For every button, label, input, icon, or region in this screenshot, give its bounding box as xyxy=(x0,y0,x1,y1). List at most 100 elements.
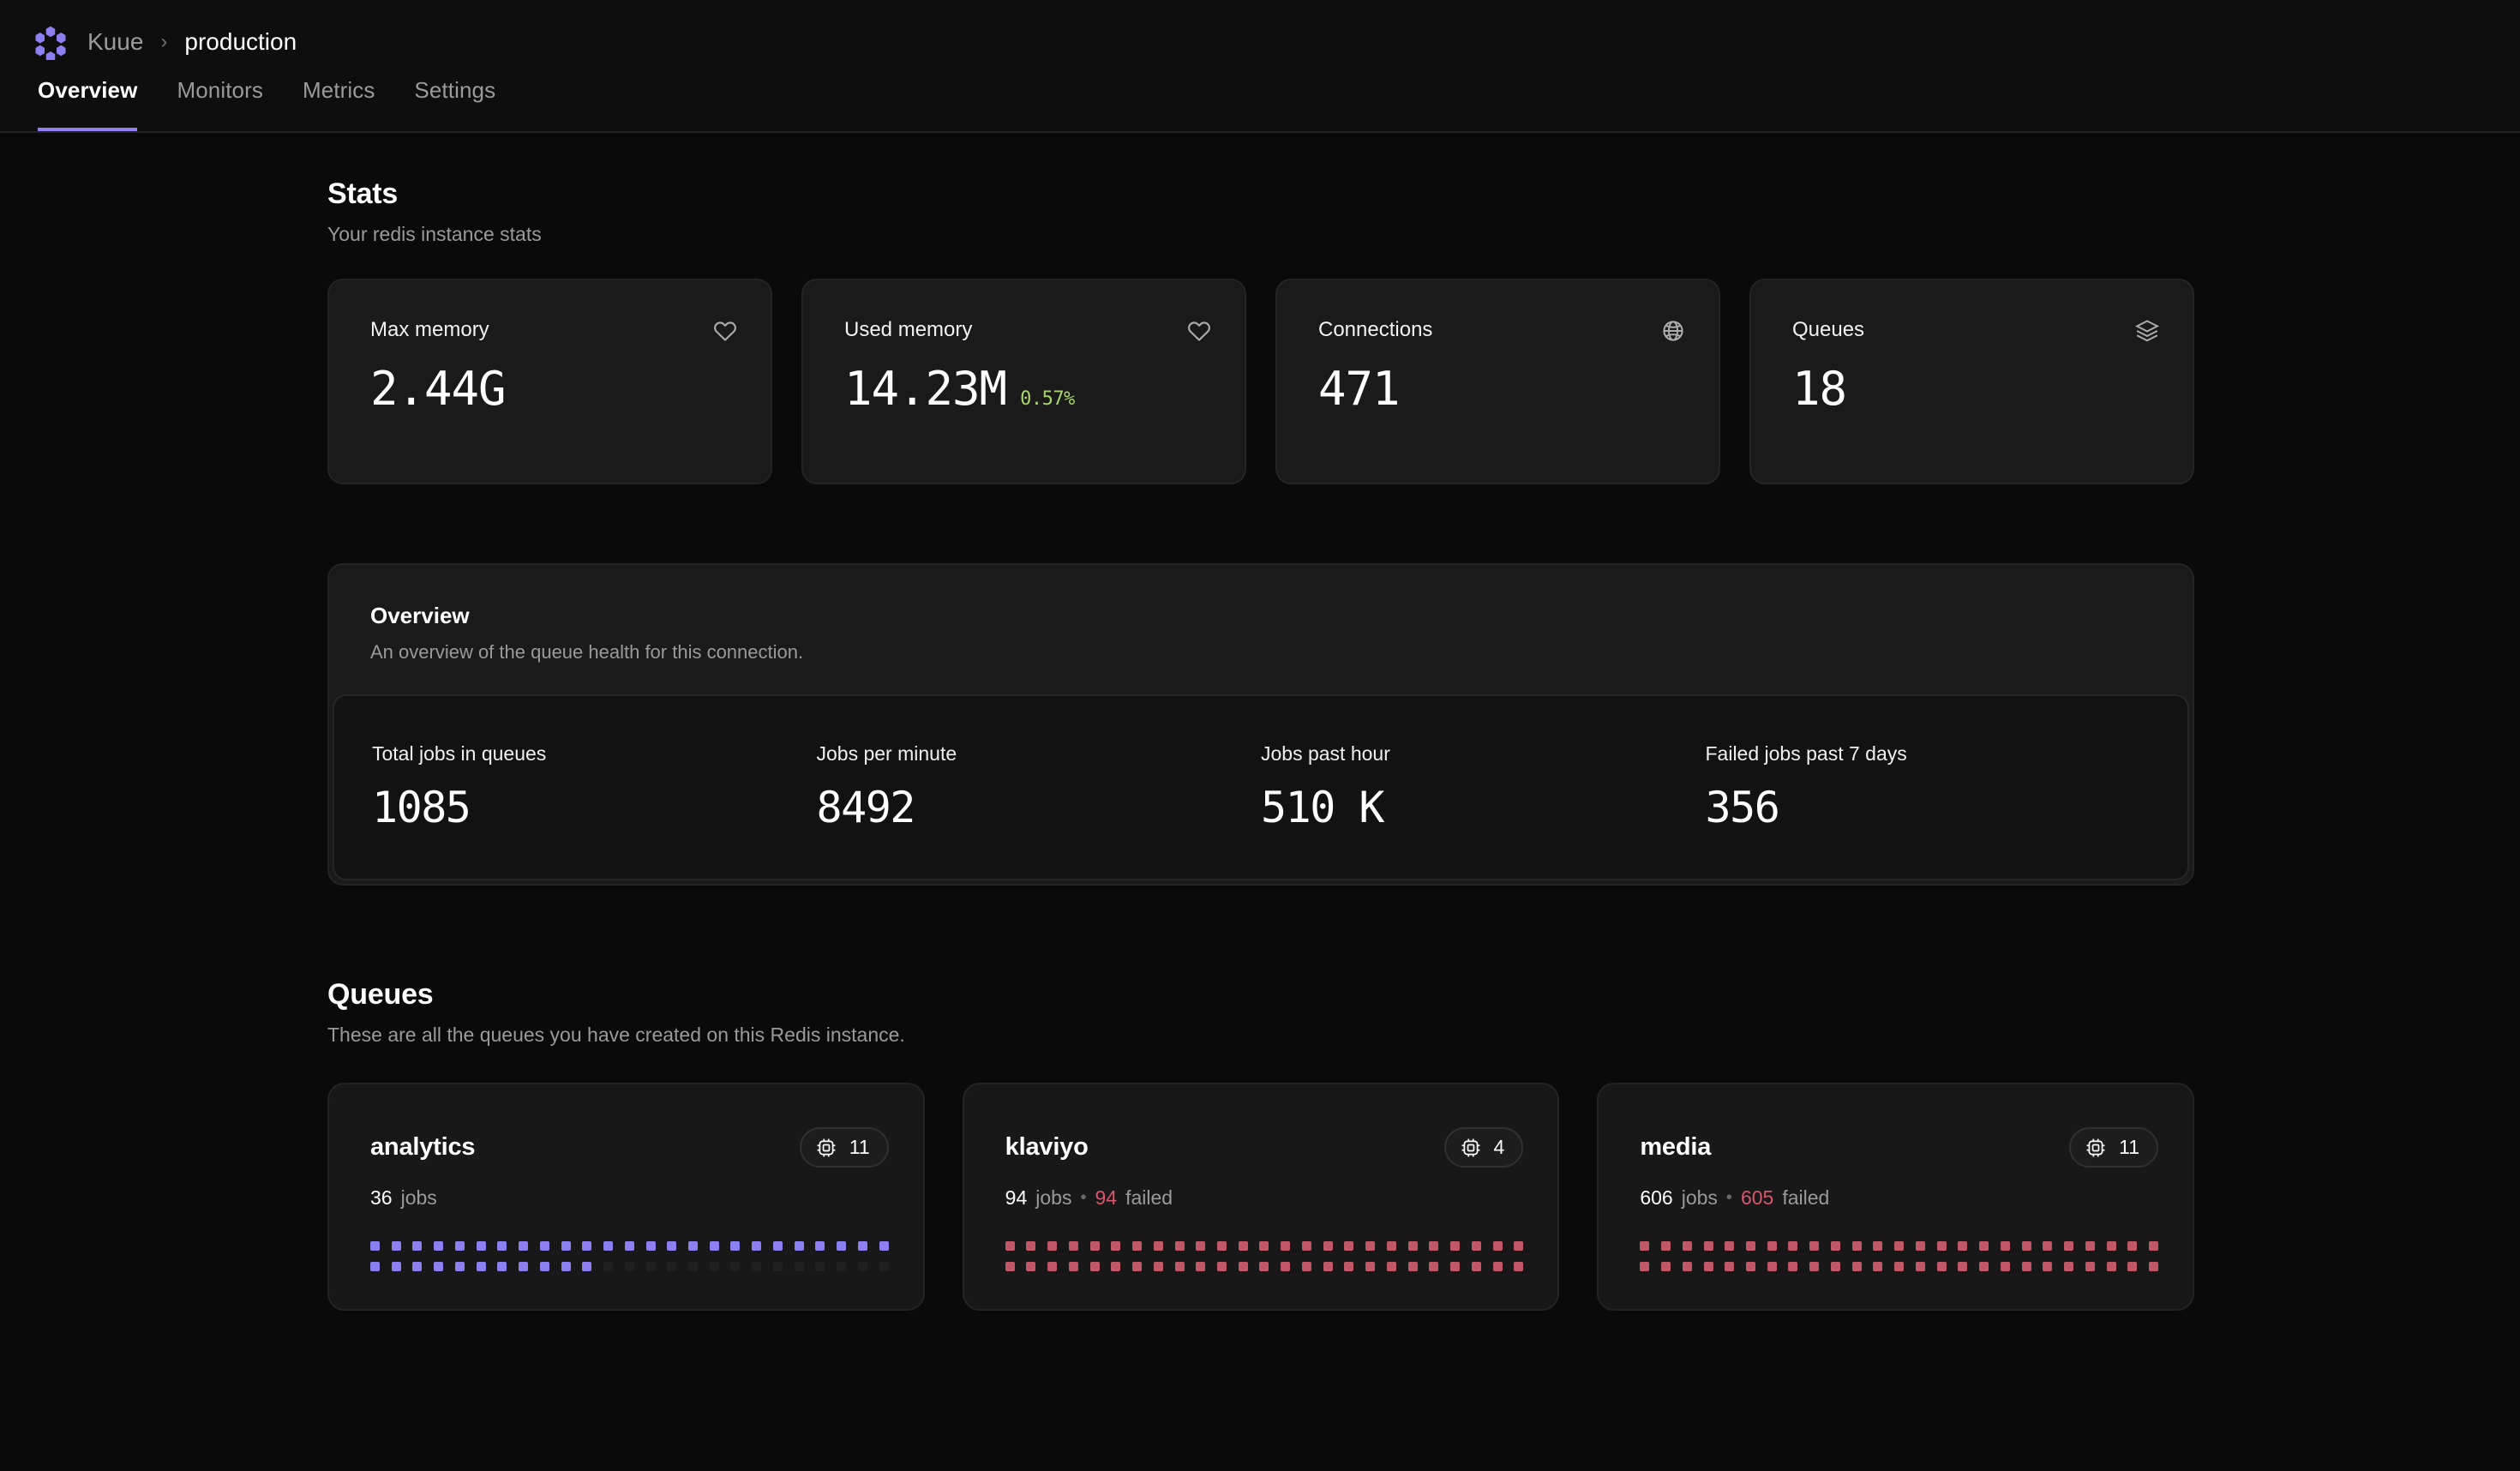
stat-card-max-memory[interactable]: Max memory 2.44G xyxy=(327,279,772,484)
queue-pip xyxy=(1958,1241,1968,1251)
queue-pip xyxy=(454,1241,465,1251)
queue-pip xyxy=(772,1241,783,1251)
queue-pip xyxy=(837,1262,847,1271)
stat-value: 18 xyxy=(1792,362,1847,416)
queue-pip xyxy=(794,1262,804,1271)
queue-failed-label: failed xyxy=(1782,1186,1830,1209)
queue-pip xyxy=(539,1241,549,1251)
queue-pip xyxy=(730,1262,741,1271)
queue-card-analytics[interactable]: analytics 11 36 jobs xyxy=(327,1083,925,1311)
queue-pip xyxy=(2000,1262,2010,1271)
queue-pip xyxy=(1132,1241,1143,1251)
heart-icon[interactable] xyxy=(1186,318,1212,344)
queue-pip xyxy=(1661,1262,1671,1271)
tab-metrics[interactable]: Metrics xyxy=(303,77,375,131)
queue-pip xyxy=(2085,1241,2095,1251)
queue-pip-grid xyxy=(370,1241,889,1271)
queue-pip xyxy=(1174,1262,1185,1271)
queue-jobs-label: jobs xyxy=(1681,1186,1718,1209)
globe-icon[interactable] xyxy=(1660,318,1686,344)
stat-card-head: Max memory xyxy=(370,318,738,344)
brand-row: Kuue › production xyxy=(0,0,2520,60)
queue-worker-chip[interactable]: 4 xyxy=(1443,1127,1524,1168)
queue-pip xyxy=(1386,1241,1396,1251)
stat-value-row: 18 xyxy=(1792,366,2160,412)
stat-card-queues[interactable]: Queues 18 xyxy=(1749,279,2194,484)
queue-pip xyxy=(645,1241,656,1251)
queue-pip xyxy=(1514,1241,1524,1251)
queue-pip xyxy=(1936,1241,1947,1251)
queue-pip xyxy=(1492,1241,1503,1251)
tab-overview[interactable]: Overview xyxy=(38,77,138,131)
queue-jobs-label: jobs xyxy=(1035,1186,1072,1209)
stat-value: 471 xyxy=(1318,362,1401,416)
queue-pip xyxy=(1640,1262,1650,1271)
queue-pip xyxy=(2106,1262,2116,1271)
overview-panel-wrap: Overview An overview of the queue health… xyxy=(0,563,2520,886)
queue-pip xyxy=(370,1262,380,1271)
queue-pip xyxy=(1851,1262,1862,1271)
queue-pip xyxy=(1238,1241,1248,1251)
queue-failed-count: 605 xyxy=(1740,1186,1774,1209)
queue-pip xyxy=(1365,1241,1376,1251)
queue-pip xyxy=(1492,1262,1503,1271)
queue-pip xyxy=(370,1241,380,1251)
queue-meta: 94 jobs • 94 failed xyxy=(1005,1186,1524,1210)
queue-card-media[interactable]: media 11 606 jobs • 605 failed xyxy=(1597,1083,2195,1311)
queue-pip xyxy=(1703,1241,1713,1251)
queue-pip xyxy=(497,1241,507,1251)
queue-pip xyxy=(603,1241,614,1251)
queue-jobs-count: 36 xyxy=(370,1186,393,1209)
queue-pip xyxy=(1936,1262,1947,1271)
queue-pip xyxy=(688,1241,699,1251)
queue-pip xyxy=(412,1241,423,1251)
queue-pip xyxy=(1767,1241,1777,1251)
queue-pip xyxy=(1640,1241,1650,1251)
queue-worker-chip[interactable]: 11 xyxy=(799,1127,889,1168)
metric-label: Failed jobs past 7 days xyxy=(1705,742,1907,765)
queue-pip xyxy=(879,1262,889,1271)
stat-value-row: 2.44G xyxy=(370,366,738,412)
queue-worker-chip[interactable]: 11 xyxy=(2069,1127,2159,1168)
queue-pip xyxy=(2127,1262,2138,1271)
queue-pip xyxy=(2148,1241,2158,1251)
queue-pip xyxy=(1196,1262,1206,1271)
queue-jobs-count: 606 xyxy=(1640,1186,1673,1209)
queue-card-head: media 11 xyxy=(1640,1127,2159,1168)
queue-pip xyxy=(434,1241,444,1251)
overview-metric-jobs-per-minute: Jobs per minute 8492 xyxy=(817,742,1262,829)
queue-pip xyxy=(2064,1262,2074,1271)
layers-icon[interactable] xyxy=(2134,318,2160,344)
queue-pip xyxy=(815,1241,825,1251)
queue-pip xyxy=(1217,1241,1227,1251)
queue-pip xyxy=(1725,1262,1735,1271)
queue-pip xyxy=(2043,1262,2053,1271)
queue-card-klaviyo[interactable]: klaviyo 4 94 jobs • 94 failed xyxy=(962,1083,1560,1311)
cpu-chip-icon xyxy=(817,1138,836,1156)
queue-pip xyxy=(1682,1241,1692,1251)
queue-pip xyxy=(1132,1262,1143,1271)
queue-pip-row xyxy=(1005,1241,1524,1251)
stat-card-used-memory[interactable]: Used memory 14.23M 0.57% xyxy=(801,279,1246,484)
queue-pip-row xyxy=(1640,1241,2158,1251)
breadcrumb-leaf[interactable]: production xyxy=(184,28,297,56)
queue-pip xyxy=(1005,1262,1015,1271)
tab-monitors[interactable]: Monitors xyxy=(177,77,263,131)
queue-failed-label: failed xyxy=(1125,1186,1173,1209)
stat-label: Max memory xyxy=(370,318,489,341)
queue-pip xyxy=(2085,1262,2095,1271)
tab-settings[interactable]: Settings xyxy=(414,77,495,131)
overview-metric-total-jobs: Total jobs in queues 1085 xyxy=(372,742,817,829)
queue-pip xyxy=(1407,1262,1418,1271)
breadcrumb-root[interactable]: Kuue xyxy=(87,28,143,56)
queue-pip xyxy=(391,1262,401,1271)
queue-pip xyxy=(1725,1241,1735,1251)
nav-tabs: Overview Monitors Metrics Settings xyxy=(0,77,495,131)
queue-pip xyxy=(1746,1262,1756,1271)
queue-pip xyxy=(1301,1241,1311,1251)
stat-card-connections[interactable]: Connections 471 xyxy=(1275,279,1720,484)
overview-title: Overview xyxy=(370,603,470,628)
queue-pip-grid xyxy=(1640,1241,2158,1271)
kuue-hexagon-logo-icon[interactable] xyxy=(33,24,69,60)
heart-icon[interactable] xyxy=(712,318,738,344)
